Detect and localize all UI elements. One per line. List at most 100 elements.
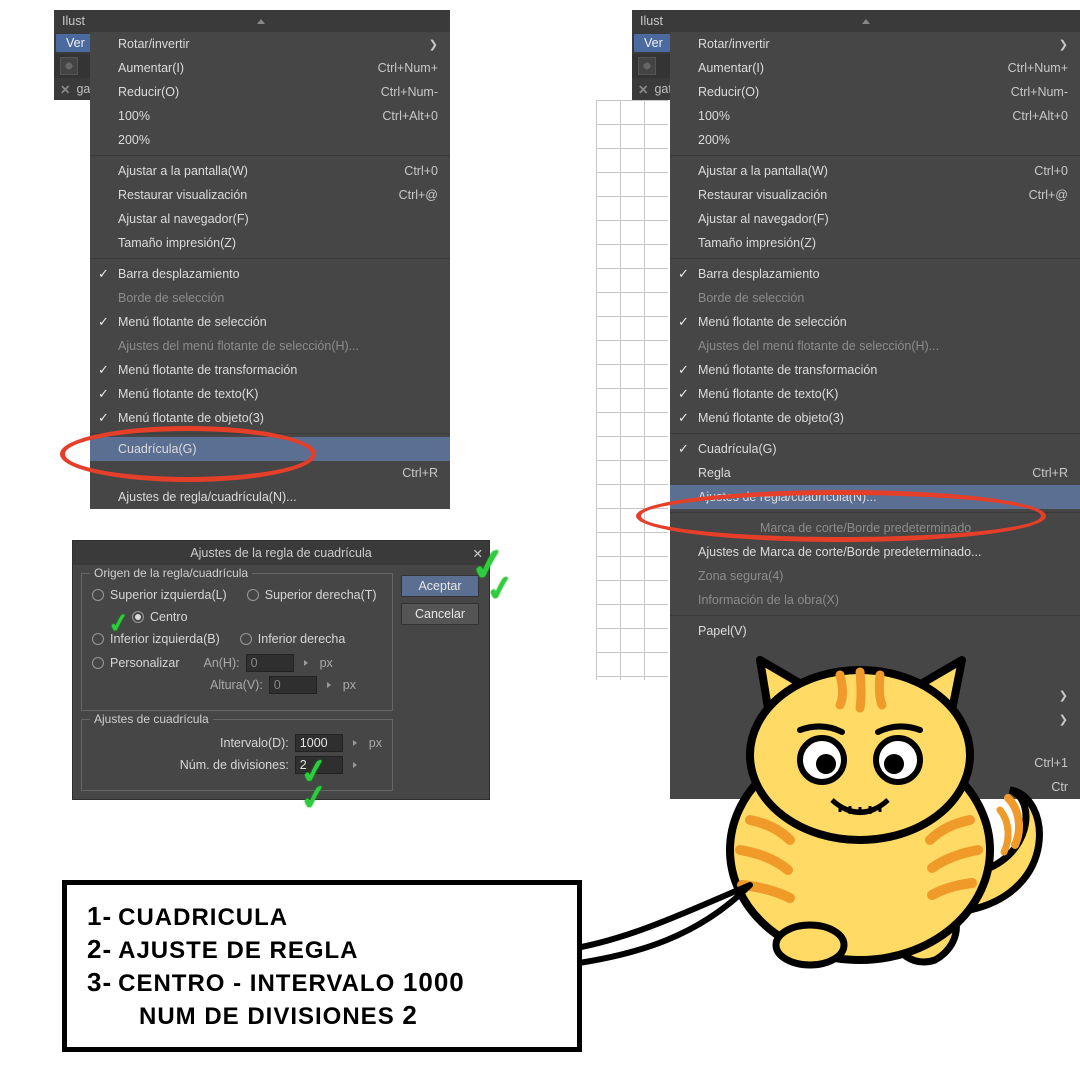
menu-regla[interactable]: ReglaCtrl+R [670,461,1080,485]
annotation-check: ✓ [297,776,331,820]
check-icon: ✓ [678,410,689,426]
left-title: Ilust [54,14,85,28]
radio-centro[interactable]: Centro [132,610,382,624]
menu-ajustes-regla[interactable]: Ajustes de regla/cuadrícula(N)... [90,485,450,509]
menu-ajustar-pantalla[interactable]: Ajustar a la pantalla(W)Ctrl+0 [670,159,1080,183]
chevron-right-icon: ❯ [1059,38,1068,51]
menu-200[interactable]: 200% [670,128,1080,152]
check-icon: ✓ [678,441,689,457]
cancel-button[interactable]: Cancelar [401,603,479,625]
menu-rotar[interactable]: Rotar/invertir❯ [90,32,450,56]
menu-flot-sel[interactable]: ✓Menú flotante de selección [670,310,1080,334]
check-icon: ✓ [678,314,689,330]
tab-ver-right[interactable]: Ver [634,34,673,52]
menu-aumentar[interactable]: Aumentar(I)Ctrl+Num+ [670,56,1080,80]
menu-aumentar[interactable]: Aumentar(I)Ctrl+Num+ [90,56,450,80]
menu-restaurar[interactable]: Restaurar visualizaciónCtrl+@ [670,183,1080,207]
check-icon: ✓ [98,266,109,282]
chevron-right-icon[interactable] [327,682,331,688]
check-icon: ✓ [678,362,689,378]
check-icon: ✓ [678,386,689,402]
left-tabbar: Ver [54,32,90,54]
check-icon: ✓ [678,266,689,282]
chevron-right-icon[interactable] [304,660,308,666]
close-icon[interactable]: ✕ [638,82,648,97]
menu-barra-desp[interactable]: ✓Barra desplazamiento [670,262,1080,286]
grid-canvas [596,100,668,680]
right-titlebar: Ilust [632,10,670,32]
left-file-tab[interactable]: ✕ gatit [54,78,90,100]
check-icon: ✓ [98,386,109,402]
menu-flot-texto[interactable]: ✓Menú flotante de texto(K) [670,382,1080,406]
menu-cuadricula[interactable]: ✓Cuadrícula(G) [670,437,1080,461]
chevron-right-icon[interactable] [353,762,357,768]
check-icon: ✓ [98,314,109,330]
dialog-titlebar: Ajustes de la regla de cuadrícula ✕ [73,541,489,565]
menu-100[interactable]: 100%Ctrl+Alt+0 [670,104,1080,128]
cat-mascot [710,640,1050,980]
menu-100[interactable]: 100%Ctrl+Alt+0 [90,104,450,128]
menu-borde-sel: Borde de selección [670,286,1080,310]
menu-ajustes-flot: Ajustes del menú flotante de selección(H… [90,334,450,358]
radio-personalizar[interactable]: Personalizar An(H): 0 px [92,654,382,672]
menu-tam-impresion[interactable]: Tamaño impresión(Z) [670,231,1080,255]
menu-flot-texto[interactable]: ✓Menú flotante de texto(K) [90,382,450,406]
menu-zona-segura: Zona segura(4) [670,564,1080,588]
menu-flot-trans[interactable]: ✓Menú flotante de transformación [670,358,1080,382]
loading-icon [638,57,656,75]
menu-borde-sel: Borde de selección [90,286,450,310]
menu-rotar[interactable]: Rotar/invertir❯ [670,32,1080,56]
left-icon-row [54,54,90,78]
radio-sup-der[interactable]: Superior derecha(T) [247,588,377,602]
menu-flot-trans[interactable]: ✓Menú flotante de transformación [90,358,450,382]
chevron-right-icon[interactable] [353,740,357,746]
menu-ajustes-flot: Ajustes del menú flotante de selección(H… [670,334,1080,358]
menu-ajustar-pantalla[interactable]: Ajustar a la pantalla(W)Ctrl+0 [90,159,450,183]
grid-fieldset: Ajustes de cuadrícula Intervalo(D): 1000… [81,719,393,791]
menu-ajustar-nav[interactable]: Ajustar al navegador(F) [90,207,450,231]
width-input[interactable]: 0 [246,654,294,672]
chevron-right-icon: ❯ [1059,713,1068,726]
dialog-title: Ajustes de la regla de cuadrícula [190,546,371,560]
radio-inf-der[interactable]: Inferior derecha [240,632,346,646]
menu-tam-impresion[interactable]: Tamaño impresión(Z) [90,231,450,255]
menu-barra-desp[interactable]: ✓Barra desplazamiento [90,262,450,286]
grid-settings-dialog: Ajustes de la regla de cuadrícula ✕ Orig… [72,540,490,800]
menu-ajustar-nav[interactable]: Ajustar al navegador(F) [670,207,1080,231]
menu-restaurar[interactable]: Restaurar visualizaciónCtrl+@ [90,183,450,207]
menu-flot-obj[interactable]: ✓Menú flotante de objeto(3) [90,406,450,430]
annotation-ellipse-left [60,426,316,482]
menu-reducir[interactable]: Reducir(O)Ctrl+Num- [670,80,1080,104]
menu-ajustes-marca[interactable]: Ajustes de Marca de corte/Borde predeter… [670,540,1080,564]
annotation-check: ✓ [483,567,517,611]
chevron-right-icon: ❯ [1059,689,1068,702]
check-icon: ✓ [98,362,109,378]
right-app-panel: Ilust Ver ✕ gatit [632,10,670,100]
speech-tail [560,880,760,980]
tab-ver-left[interactable]: Ver [56,34,95,52]
origin-fieldset: Origen de la regla/cuadrícula Superior i… [81,573,393,711]
instruction-box: 1-CUADRICULA 2-AJUSTE DE REGLA 3-CENTRO … [62,880,582,1052]
radio-sup-izq[interactable]: Superior izquierda(L) [92,588,227,602]
grid-legend: Ajustes de cuadrícula [90,712,213,726]
origin-legend: Origen de la regla/cuadrícula [90,566,252,580]
right-menu-grip [670,10,1080,32]
close-icon[interactable]: ✕ [60,82,70,97]
menu-flot-obj[interactable]: ✓Menú flotante de objeto(3) [670,406,1080,430]
menu-flot-sel[interactable]: ✓Menú flotante de selección [90,310,450,334]
menu-reducir[interactable]: Reducir(O)Ctrl+Num- [90,80,450,104]
loading-icon [60,57,78,75]
menu-200[interactable]: 200% [90,128,450,152]
left-menu-grip [90,10,450,32]
height-input[interactable]: 0 [269,676,317,694]
right-file-tab[interactable]: ✕ gatit [632,78,670,100]
menu-info-obra: Información de la obra(X) [670,588,1080,612]
interval-input[interactable]: 1000 [295,734,343,752]
left-titlebar: Ilust [54,10,90,32]
check-icon: ✓ [98,410,109,426]
right-icon-row [632,54,670,78]
right-tabbar: Ver [632,32,670,54]
left-app-panel: Ilust Ver ✕ gatit [54,10,90,100]
right-title: Ilust [632,14,663,28]
accept-button[interactable]: Aceptar [401,575,479,597]
